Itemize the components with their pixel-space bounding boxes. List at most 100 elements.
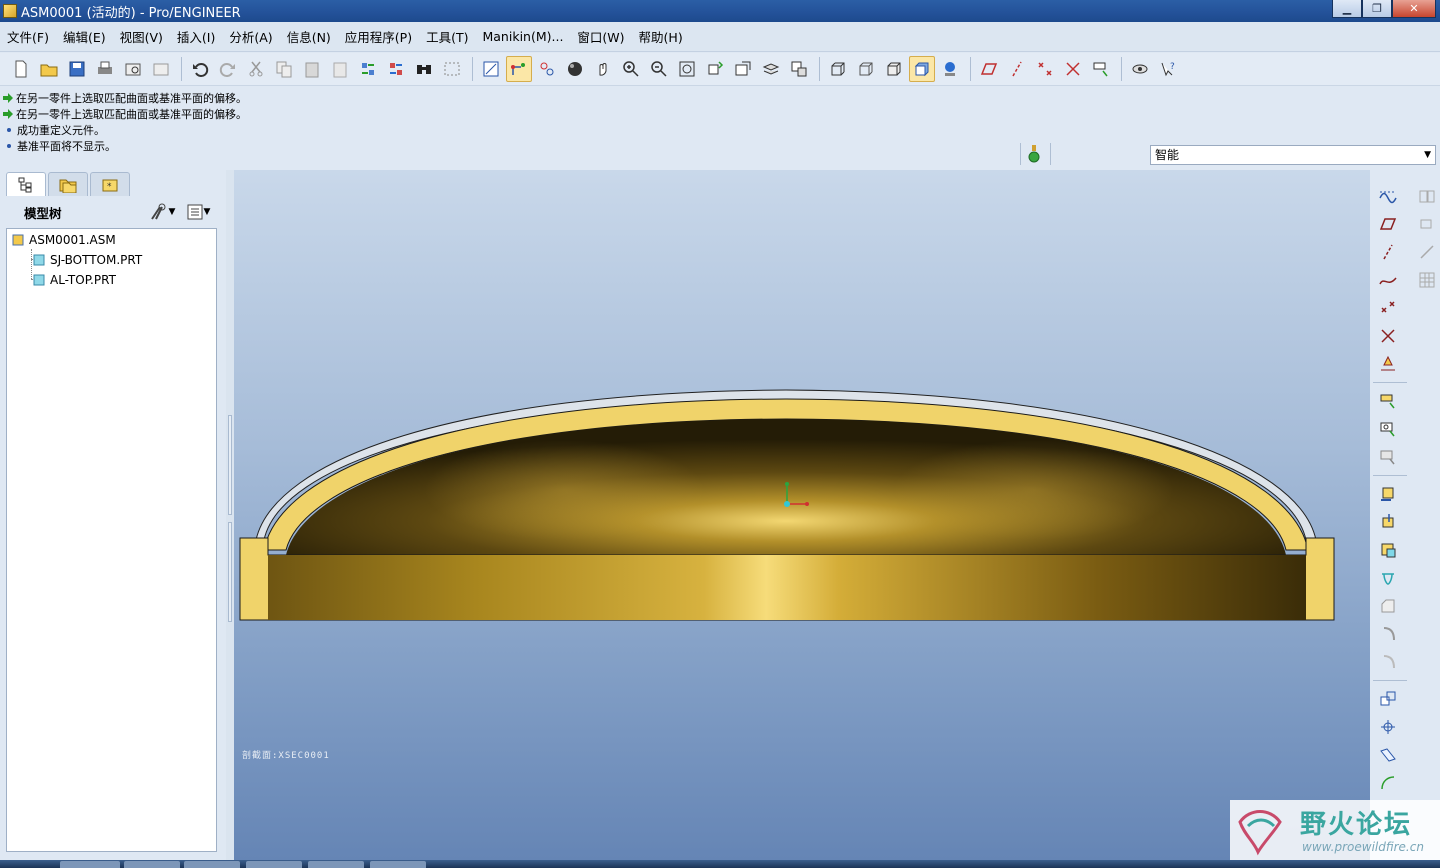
axis-display-icon[interactable] [1004, 56, 1030, 82]
taskbar-app[interactable] [308, 861, 364, 868]
close-button[interactable]: ✕ [1392, 0, 1436, 18]
reorient-icon[interactable] [702, 56, 728, 82]
merge-icon[interactable] [1412, 182, 1440, 210]
message-text: 在另一零件上选取匹配曲面或基准平面的偏移。 [16, 92, 247, 105]
zoom-in-icon[interactable] [618, 56, 644, 82]
appearance-icon[interactable] [937, 56, 963, 82]
zoom-out-icon[interactable] [646, 56, 672, 82]
menu-edit[interactable]: 编辑(E) [63, 27, 106, 46]
tree-item-assembly[interactable]: ASM0001.ASM [12, 233, 116, 247]
shading-icon[interactable] [562, 56, 588, 82]
spin-center-icon[interactable] [1127, 56, 1153, 82]
plane-display-icon[interactable] [976, 56, 1002, 82]
datum-curve-icon[interactable] [1373, 266, 1403, 294]
point-display-icon[interactable] [1032, 56, 1058, 82]
shell-icon[interactable] [1373, 648, 1403, 676]
menu-applications[interactable]: 应用程序(P) [345, 27, 412, 46]
hidden-line-icon[interactable] [853, 56, 879, 82]
menu-tools[interactable]: 工具(T) [426, 27, 468, 46]
regen-manager-icon[interactable] [383, 56, 409, 82]
minimize-button[interactable]: ▁ [1332, 0, 1362, 18]
menu-window[interactable]: 窗口(W) [577, 27, 624, 46]
select-box-icon[interactable] [439, 56, 465, 82]
new-icon[interactable] [8, 56, 34, 82]
menu-info[interactable]: 信息(N) [287, 27, 331, 46]
menu-view[interactable]: 视图(V) [120, 27, 163, 46]
saved-views-icon[interactable] [730, 56, 756, 82]
taskbar-app[interactable] [246, 861, 302, 868]
tab-model-tree[interactable] [6, 172, 46, 196]
shaded-icon[interactable] [909, 56, 935, 82]
package-icon[interactable] [1373, 443, 1403, 471]
menu-help[interactable]: 帮助(H) [639, 27, 683, 46]
assemble-icon[interactable] [1373, 387, 1403, 415]
taskbar-app[interactable] [60, 861, 120, 868]
taskbar-app[interactable] [370, 861, 426, 868]
annotation-display-icon[interactable] [1088, 56, 1114, 82]
hole-icon[interactable] [1373, 620, 1403, 648]
print-icon[interactable] [92, 56, 118, 82]
intersect-icon[interactable] [1412, 238, 1440, 266]
navigator-sash[interactable] [226, 170, 234, 860]
analysis-feature-icon[interactable] [1373, 350, 1403, 378]
menu-manikin[interactable]: Manikin(M)... [482, 29, 563, 44]
graphics-window[interactable]: 剖截面:XSEC0001 [234, 170, 1370, 860]
selection-status-icon[interactable] [1027, 143, 1041, 165]
copy-icon[interactable] [271, 56, 297, 82]
sketch-icon[interactable] [1373, 182, 1403, 210]
tab-favorites[interactable]: * [90, 172, 130, 196]
csys-tool-icon[interactable] [1373, 322, 1403, 350]
find-icon[interactable] [411, 56, 437, 82]
selection-filter-dropdown[interactable]: 智能 ▼ [1150, 145, 1436, 165]
refit-icon[interactable] [674, 56, 700, 82]
send-link-icon[interactable] [148, 56, 174, 82]
menu-analysis[interactable]: 分析(A) [229, 27, 272, 46]
csys-display-icon[interactable] [1060, 56, 1086, 82]
datum-axis-icon[interactable] [506, 56, 532, 82]
round-icon[interactable] [1373, 564, 1403, 592]
view-manager-icon[interactable] [786, 56, 812, 82]
trim-icon[interactable] [1412, 210, 1440, 238]
wireframe-icon[interactable] [825, 56, 851, 82]
datum-plane-icon[interactable] [1373, 210, 1403, 238]
tree-settings-button[interactable]: ▼ [144, 202, 180, 222]
pan-icon[interactable] [590, 56, 616, 82]
save-icon[interactable] [64, 56, 90, 82]
datum-point-tool-icon[interactable] [1373, 294, 1403, 322]
maximize-button[interactable]: ❐ [1362, 0, 1392, 18]
taskbar-app[interactable] [184, 861, 240, 868]
sash-grip[interactable] [228, 522, 232, 622]
datum-display-icon[interactable] [478, 56, 504, 82]
layers-icon[interactable] [758, 56, 784, 82]
chamfer-icon[interactable] [1373, 592, 1403, 620]
pattern-icon[interactable] [1373, 713, 1403, 741]
rib-icon[interactable] [1373, 769, 1403, 797]
sweep-icon[interactable] [1373, 536, 1403, 564]
grid-icon[interactable] [1412, 266, 1440, 294]
revolve-icon[interactable] [1373, 508, 1403, 536]
extrude-icon[interactable] [1373, 480, 1403, 508]
tab-folder-browser[interactable] [48, 172, 88, 196]
tree-item-part[interactable]: AL-TOP.PRT [33, 273, 116, 287]
menu-file[interactable]: 文件(F) [7, 27, 49, 46]
context-help-icon[interactable]: ? [1155, 56, 1181, 82]
tree-item-part[interactable]: SJ-BOTTOM.PRT [33, 253, 142, 267]
open-icon[interactable] [36, 56, 62, 82]
paste-special-icon[interactable] [327, 56, 353, 82]
mirror-component-icon[interactable] [1373, 685, 1403, 713]
create-component-icon[interactable] [1373, 415, 1403, 443]
tree-view-button[interactable]: ▼ [180, 202, 216, 222]
draft-icon[interactable] [1373, 741, 1403, 769]
taskbar-app[interactable] [124, 861, 180, 868]
regenerate-icon[interactable] [355, 56, 381, 82]
undo-icon[interactable] [187, 56, 213, 82]
datum-point-icon[interactable] [534, 56, 560, 82]
sash-grip[interactable] [228, 415, 232, 515]
cut-icon[interactable] [243, 56, 269, 82]
datum-axis-tool-icon[interactable] [1373, 238, 1403, 266]
no-hidden-icon[interactable] [881, 56, 907, 82]
redo-icon[interactable] [215, 56, 241, 82]
menu-insert[interactable]: 插入(I) [177, 27, 215, 46]
paste-icon[interactable] [299, 56, 325, 82]
send-mail-icon[interactable] [120, 56, 146, 82]
